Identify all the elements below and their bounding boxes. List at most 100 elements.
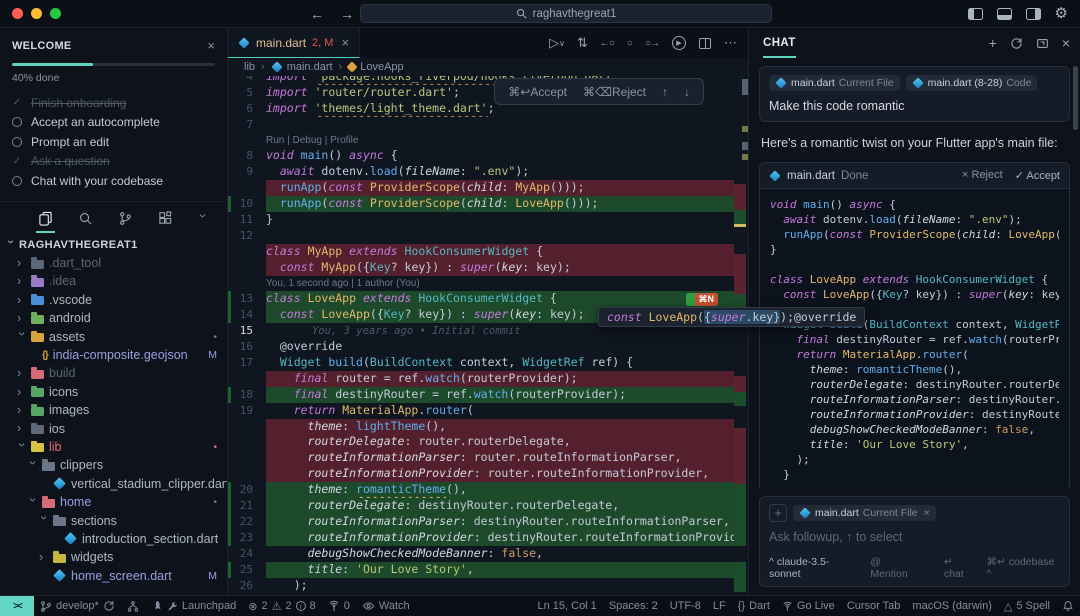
breadcrumb-file[interactable]: main.dart xyxy=(271,61,333,73)
close-tab-icon[interactable]: × xyxy=(341,35,349,50)
chevron-down-icon[interactable]: › xyxy=(198,209,207,229)
code-line[interactable]: theme: lightTheme(), xyxy=(228,419,748,435)
minimize-window-button[interactable] xyxy=(31,8,42,19)
close-icon[interactable]: × xyxy=(207,38,215,53)
close-chat-icon[interactable]: × xyxy=(1062,35,1070,51)
code-line[interactable]: 24 debugShowCheckedModeBanner: false, xyxy=(228,546,748,562)
inline-suggestion-popup[interactable]: const LoveApp({super.key});@override xyxy=(598,307,865,327)
indentation-indicator[interactable]: Spaces: 2 xyxy=(603,596,664,616)
tree-folder-build[interactable]: ›build xyxy=(0,364,227,382)
toggle-secondary-sidebar-icon[interactable] xyxy=(1026,8,1041,20)
tree-folder-.dart_tool[interactable]: ›.dart_tool xyxy=(0,254,227,272)
search-sidebar-icon[interactable] xyxy=(78,209,93,229)
remove-context-icon[interactable]: × xyxy=(924,507,930,519)
tree-folder-android[interactable]: ›android xyxy=(0,309,227,327)
forward-button[interactable]: → xyxy=(340,6,354,22)
code-line[interactable]: routeInformationProvider: router.routeIn… xyxy=(228,466,748,482)
branch-indicator[interactable]: develop* xyxy=(34,596,121,616)
next-diff-arrow[interactable]: ↓ xyxy=(684,85,690,99)
command-center-search[interactable]: raghavthegreat1 xyxy=(360,4,772,23)
tree-file-home_screen.dart[interactable]: ›home_screen.dartM xyxy=(0,567,227,585)
code-line[interactable]: 8void main() async { xyxy=(228,148,748,164)
run-file-button[interactable]: ▶ xyxy=(672,36,686,50)
tree-root-raghavthegreat1[interactable]: › RAGHAVTHEGREAT1 xyxy=(0,236,227,254)
tree-file-vertical_stadium_clipper.dart[interactable]: ›vertical_stadium_clipper.dart xyxy=(0,475,227,493)
code-line[interactable]: You, 1 second ago | 1 author (You) xyxy=(228,276,748,292)
code-line[interactable]: 11} xyxy=(228,212,748,228)
tree-folder-clippers[interactable]: ›clippers xyxy=(0,456,227,474)
code-line[interactable]: runApp(const ProviderScope(child: MyApp(… xyxy=(228,180,748,196)
accept-diff-button[interactable]: ⌘↩Accept xyxy=(508,85,567,99)
welcome-task[interactable]: Accept an autocomplete xyxy=(12,113,215,133)
code-line[interactable]: routeInformationParser: router.routeInfo… xyxy=(228,450,748,466)
tree-folder-images[interactable]: ›images xyxy=(0,401,227,419)
maximize-window-button[interactable] xyxy=(50,8,61,19)
model-selector[interactable]: ^ claude-3.5-sonnet xyxy=(769,556,858,580)
tree-folder-assets[interactable]: ›assets• xyxy=(0,327,227,345)
code-line[interactable]: 10 runApp(const ProviderScope(child: Lov… xyxy=(228,196,748,212)
code-line[interactable]: final router = ref.watch(routerProvider)… xyxy=(228,371,748,387)
keybinding-badge[interactable]: ⌘N xyxy=(686,293,719,306)
compare-changes-icon[interactable]: ⇅ xyxy=(577,35,587,51)
context-pill-code-range[interactable]: main.dart (8-28) Code xyxy=(906,75,1038,91)
history-icon[interactable] xyxy=(1010,37,1023,50)
gear-icon[interactable]: ⚙ xyxy=(1055,6,1068,21)
code-line[interactable]: 25 title: 'Our Love Story', xyxy=(228,562,748,578)
overview-ruler[interactable] xyxy=(734,76,748,595)
chat-input-placeholder[interactable]: Ask followup, ↑ to select xyxy=(769,530,1060,544)
close-window-button[interactable] xyxy=(12,8,23,19)
expand-chat-icon[interactable] xyxy=(1036,37,1049,50)
source-control-icon[interactable] xyxy=(118,209,133,229)
back-button[interactable]: ← xyxy=(310,6,324,22)
tab-main-dart[interactable]: main.dart 2, M × xyxy=(228,28,360,58)
code-line[interactable]: 7 xyxy=(228,117,748,133)
cursor-tab-toggle[interactable]: Cursor Tab xyxy=(841,596,907,616)
tree-folder-home[interactable]: ›home• xyxy=(0,493,227,511)
breadcrumb-folder[interactable]: lib xyxy=(244,61,255,73)
tree-folder-sections[interactable]: ›sections xyxy=(0,511,227,529)
launchpad-button[interactable]: Launchpad xyxy=(145,596,242,616)
code-line[interactable]: 21 routerDelegate: destinyRouter.routerD… xyxy=(228,498,748,514)
code-line[interactable]: 20 theme: romanticTheme(), xyxy=(228,482,748,498)
tree-folder-ios[interactable]: ›ios xyxy=(0,419,227,437)
submit-chat-hint[interactable]: ↵ chat xyxy=(944,556,975,580)
prev-diff-arrow[interactable]: ↑ xyxy=(662,85,668,99)
ports-indicator[interactable]: 0 xyxy=(322,596,356,616)
watch-button[interactable]: Watch xyxy=(356,596,416,616)
run-debug-button[interactable]: ▷∨ xyxy=(549,35,564,51)
problems-indicator[interactable]: ⊗2 ⚠2 i8 xyxy=(242,596,321,616)
code-line[interactable]: 16 @override xyxy=(228,339,748,355)
code-line[interactable]: 19 return MaterialApp.router( xyxy=(228,403,748,419)
welcome-task[interactable]: Chat with your codebase xyxy=(12,171,215,191)
os-indicator[interactable]: macOS (darwin) xyxy=(906,596,997,616)
reject-button[interactable]: × Reject xyxy=(962,169,1003,182)
tree-folder-.idea[interactable]: ›.idea xyxy=(0,272,227,290)
chat-scrollbar[interactable] xyxy=(1073,66,1078,130)
extensions-icon[interactable] xyxy=(158,209,173,229)
code-line[interactable]: class MyApp extends HookConsumerWidget { xyxy=(228,244,748,260)
toggle-panel-icon[interactable] xyxy=(997,8,1012,20)
remote-indicator[interactable]: >< xyxy=(0,596,34,616)
welcome-task[interactable]: ✓Ask a question xyxy=(12,152,215,172)
code-line[interactable]: 26 ); xyxy=(228,578,748,594)
chat-input[interactable]: + main.dart Current File × Ask followup,… xyxy=(759,496,1070,587)
tree-file-introduction_section.dart[interactable]: ›introduction_section.dart xyxy=(0,530,227,548)
tree-file-india-composite.geojson[interactable]: ›{}india-composite.geojsonM xyxy=(0,346,227,364)
code-line[interactable]: 12 xyxy=(228,228,748,244)
previous-change-button[interactable]: ←○ xyxy=(600,38,614,49)
code-line[interactable]: const MyApp({Key? key}) : super(key: key… xyxy=(228,260,748,276)
welcome-task[interactable]: Prompt an edit xyxy=(12,132,215,152)
submit-codebase-hint[interactable]: ⌘↵ codebase ^ xyxy=(987,556,1060,580)
new-chat-icon[interactable]: + xyxy=(989,35,997,51)
add-context-button[interactable]: + xyxy=(769,504,787,522)
mention-button[interactable]: @ Mention xyxy=(870,556,920,580)
language-indicator[interactable]: {}Dart xyxy=(732,596,776,616)
spellcheck-indicator[interactable]: △5 Spell xyxy=(998,596,1056,616)
git-graph-button[interactable] xyxy=(121,596,145,616)
welcome-task[interactable]: ✓Finish onboarding xyxy=(12,93,215,113)
tree-folder-icons[interactable]: ›icons xyxy=(0,383,227,401)
user-message-card[interactable]: main.dart Current File main.dart (8-28) … xyxy=(759,66,1070,122)
tree-folder-widgets[interactable]: ›widgets xyxy=(0,548,227,566)
change-dot-icon[interactable]: ○ xyxy=(627,38,632,49)
toggle-primary-sidebar-icon[interactable] xyxy=(968,8,983,20)
